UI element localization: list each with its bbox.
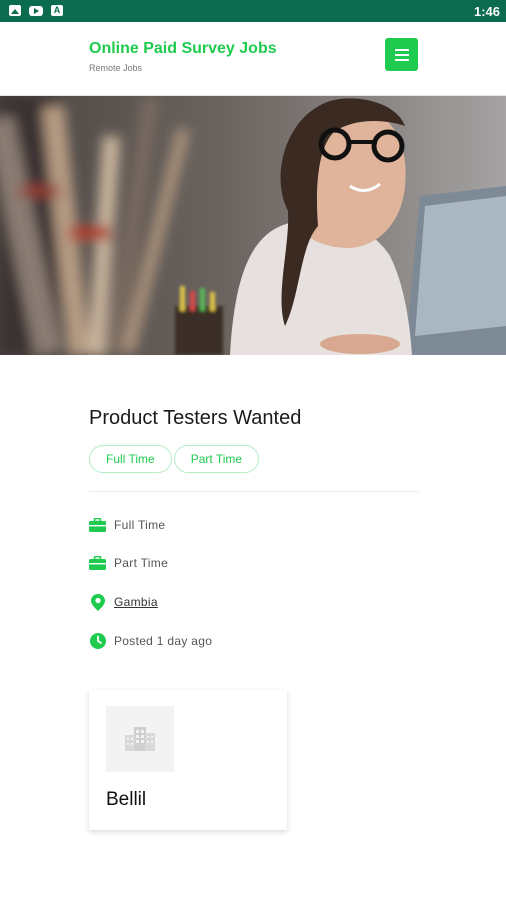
hero-photo (0, 96, 506, 355)
status-icons: A (9, 5, 63, 16)
brand-subtitle: Remote Jobs (89, 63, 143, 73)
image-notification-icon (9, 5, 21, 16)
meta-part-time: Part Time (89, 554, 168, 572)
posted-text: Posted 1 day ago (114, 634, 213, 648)
divider (89, 491, 419, 492)
meta-location: Gambia (89, 593, 158, 611)
youtube-notification-icon (29, 5, 43, 16)
job-title: Product Testers Wanted (89, 407, 302, 429)
briefcase-icon (89, 517, 106, 533)
hamburger-menu-icon (394, 48, 409, 51)
company-card[interactable]: Bellil (89, 690, 287, 830)
location-pin-icon (89, 593, 106, 611)
clock-icon (89, 633, 106, 649)
company-name: Bellil (106, 789, 147, 810)
hero-image (0, 96, 506, 355)
status-bar: A 1:46 (0, 0, 506, 22)
meta-full-time: Full Time (89, 516, 165, 534)
menu-button[interactable] (385, 38, 418, 71)
briefcase-icon (89, 555, 106, 571)
location-link[interactable]: Gambia (114, 595, 158, 609)
building-icon (125, 727, 155, 751)
status-time: 1:46 (473, 4, 500, 19)
meta-posted: Posted 1 day ago (89, 632, 212, 650)
a-notification-icon: A (51, 5, 63, 16)
chip-full-time[interactable]: Full Time (89, 445, 172, 473)
app-header: Online Paid Survey Jobs Remote Jobs (0, 22, 506, 96)
meta-full-time-text: Full Time (114, 518, 166, 532)
meta-part-time-text: Part Time (114, 556, 169, 570)
brand-title[interactable]: Online Paid Survey Jobs (89, 40, 277, 58)
company-logo (106, 706, 174, 772)
job-type-chips: Full Time Part Time (89, 445, 260, 473)
chip-part-time[interactable]: Part Time (173, 445, 260, 473)
